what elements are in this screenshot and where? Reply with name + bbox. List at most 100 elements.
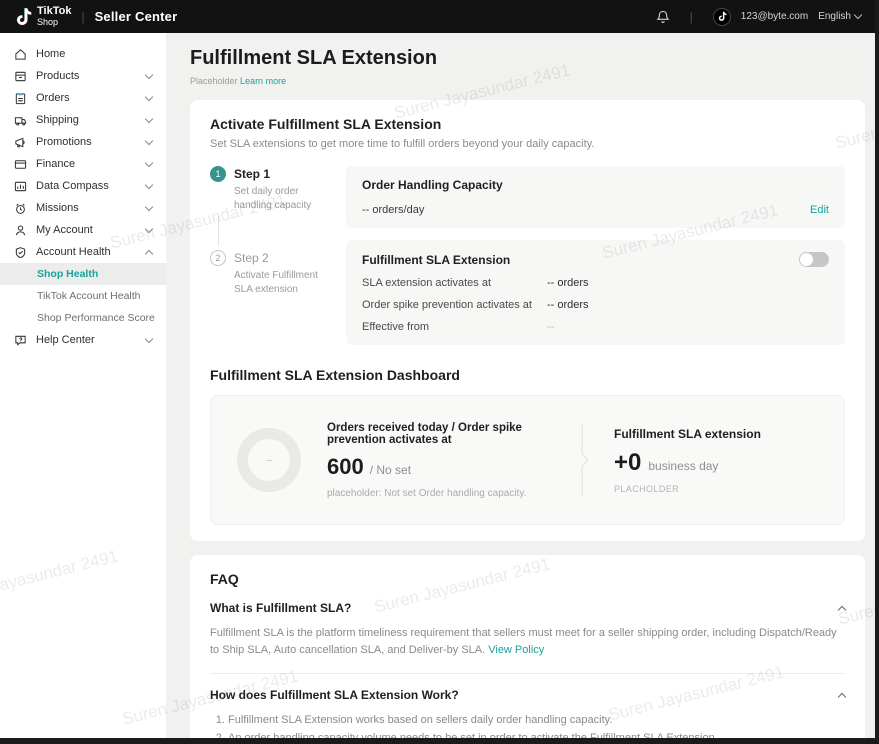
missions-icon bbox=[14, 202, 27, 215]
sidebar-subitem-tiktok-account-health[interactable]: TikTok Account Health bbox=[0, 285, 166, 307]
page-subtitle-text: Placeholder bbox=[190, 76, 238, 86]
tiktok-note-icon bbox=[14, 7, 32, 27]
chevron-down-icon bbox=[854, 11, 862, 19]
spike-prevention-row: Order spike prevention activates at -- o… bbox=[362, 299, 829, 311]
chevron-down-icon bbox=[145, 158, 153, 166]
metric-note: placeholder: Not set Order handling capa… bbox=[327, 488, 579, 499]
extension-title: Fulfillment SLA extension bbox=[614, 427, 824, 441]
account-health-icon bbox=[14, 246, 27, 259]
step-2: 2 Step 2 Activate Fulfillment SLA extens… bbox=[210, 250, 330, 296]
extension-note: PLACHOLDER bbox=[614, 484, 824, 494]
edit-button[interactable]: Edit bbox=[810, 204, 829, 216]
sidebar-item-label: Finance bbox=[36, 158, 75, 170]
sla-extension-toggle[interactable] bbox=[799, 252, 829, 267]
shipping-icon bbox=[14, 114, 27, 127]
order-handling-title: Order Handling Capacity bbox=[362, 178, 829, 192]
sidebar-item-missions[interactable]: Missions bbox=[0, 197, 166, 219]
sidebar-item-label: Shipping bbox=[36, 114, 79, 126]
chevron-down-icon bbox=[145, 224, 153, 232]
view-policy-link[interactable]: View Policy bbox=[488, 644, 544, 656]
gauge-value: -- bbox=[266, 455, 272, 465]
chevron-down-icon bbox=[145, 334, 153, 342]
sidebar-item-label: My Account bbox=[36, 224, 93, 236]
sidebar-item-label: Help Center bbox=[36, 334, 95, 346]
avatar-tiktok-icon bbox=[717, 11, 727, 22]
chevron-down-icon bbox=[145, 70, 153, 78]
my-account-icon bbox=[14, 224, 27, 237]
extension-value: +0 bbox=[614, 449, 641, 477]
faq-question-row[interactable]: How does Fulfillment SLA Extension Work? bbox=[210, 688, 845, 702]
activate-subtitle: Set SLA extensions to get more time to f… bbox=[210, 138, 845, 150]
step-1-title: Step 1 bbox=[234, 166, 330, 182]
dashboard-title: Fulfillment SLA Extension Dashboard bbox=[210, 367, 845, 383]
main-content: Fulfillment SLA Extension Placeholder Le… bbox=[166, 33, 875, 738]
sidebar-subitem-label: Shop Health bbox=[37, 268, 98, 280]
logo-text: TikTok Shop bbox=[37, 6, 71, 27]
divider-arrow bbox=[579, 414, 590, 506]
language-label: English bbox=[818, 11, 851, 22]
faq-item-what-is-sla: What is Fulfillment SLA? Fulfillment SLA… bbox=[210, 601, 845, 674]
activate-title: Activate Fulfillment SLA Extension bbox=[210, 116, 845, 132]
sidebar: Home Products Orders Shipping Promotions… bbox=[0, 33, 166, 738]
sidebar-item-label: Data Compass bbox=[36, 180, 109, 192]
sidebar-item-home[interactable]: Home bbox=[0, 43, 166, 65]
faq-title: FAQ bbox=[210, 571, 845, 587]
dashboard-panel: -- Orders received today / Order spike p… bbox=[210, 395, 845, 525]
tiktok-shop-logo[interactable]: TikTok Shop bbox=[14, 6, 71, 27]
account-avatar[interactable] bbox=[713, 8, 731, 26]
orders-gauge: -- bbox=[237, 428, 301, 492]
account-email[interactable]: 123@byte.com bbox=[741, 11, 808, 22]
steps-column: 1 Step 1 Set daily order handling capaci… bbox=[210, 166, 330, 345]
notification-bell-icon[interactable] bbox=[656, 10, 670, 24]
logo-line1: TikTok bbox=[37, 6, 71, 17]
sla-activates-row: SLA extension activates at -- orders bbox=[362, 277, 829, 289]
collapse-chevron-icon[interactable] bbox=[838, 605, 846, 613]
order-handling-value: -- orders/day bbox=[362, 204, 424, 216]
learn-more-link[interactable]: Learn more bbox=[240, 76, 286, 86]
sla-extension-title: Fulfillment SLA Extension bbox=[362, 253, 510, 267]
step-1: 1 Step 1 Set daily order handling capaci… bbox=[210, 166, 330, 212]
sidebar-item-my-account[interactable]: My Account bbox=[0, 219, 166, 241]
effective-from-row: Effective from -- bbox=[362, 321, 829, 333]
kv-label: SLA extension activates at bbox=[362, 277, 547, 289]
step-2-desc: Activate Fulfillment SLA extension bbox=[234, 269, 330, 296]
chevron-down-icon bbox=[145, 180, 153, 188]
sidebar-item-account-health[interactable]: Account Health bbox=[0, 241, 166, 263]
chevron-down-icon bbox=[145, 92, 153, 100]
product-name: Seller Center bbox=[95, 9, 178, 24]
sidebar-item-label: Missions bbox=[36, 202, 79, 214]
kv-value: -- bbox=[547, 321, 554, 333]
step-connector bbox=[218, 216, 219, 246]
chevron-down-icon bbox=[145, 136, 153, 144]
kv-value: -- orders bbox=[547, 299, 589, 311]
faq-divider bbox=[210, 673, 845, 674]
sidebar-item-shipping[interactable]: Shipping bbox=[0, 109, 166, 131]
sidebar-item-label: Orders bbox=[36, 92, 70, 104]
step-1-desc: Set daily order handling capacity bbox=[234, 185, 330, 212]
home-icon bbox=[14, 48, 27, 61]
sidebar-item-label: Account Health bbox=[36, 246, 111, 258]
sidebar-subitem-shop-health[interactable]: Shop Health bbox=[0, 263, 166, 285]
sidebar-item-promotions[interactable]: Promotions bbox=[0, 131, 166, 153]
activate-card: Activate Fulfillment SLA Extension Set S… bbox=[190, 100, 865, 541]
faq-card: FAQ What is Fulfillment SLA? Fulfillment… bbox=[190, 555, 865, 738]
sidebar-item-finance[interactable]: Finance bbox=[0, 153, 166, 175]
orders-received-value: 600 bbox=[327, 454, 364, 480]
sidebar-item-help-center[interactable]: Help Center bbox=[0, 329, 166, 351]
language-selector[interactable]: English bbox=[818, 11, 861, 22]
faq-question-row[interactable]: What is Fulfillment SLA? bbox=[210, 601, 845, 615]
sidebar-item-orders[interactable]: Orders bbox=[0, 87, 166, 109]
page-title: Fulfillment SLA Extension bbox=[190, 47, 865, 70]
sidebar-item-products[interactable]: Products bbox=[0, 65, 166, 87]
page-subtitle: Placeholder Learn more bbox=[190, 76, 865, 86]
sidebar-subitem-shop-performance-score[interactable]: Shop Performance Score bbox=[0, 307, 166, 329]
kv-value: -- orders bbox=[547, 277, 589, 289]
chevron-down-icon bbox=[145, 202, 153, 210]
sidebar-item-data-compass[interactable]: Data Compass bbox=[0, 175, 166, 197]
faq-answer: Fulfillment SLA is the platform timeline… bbox=[210, 625, 845, 659]
collapse-chevron-icon[interactable] bbox=[838, 692, 846, 700]
sidebar-item-label: Home bbox=[36, 48, 65, 60]
faq-question: What is Fulfillment SLA? bbox=[210, 601, 351, 615]
data-compass-icon bbox=[14, 180, 27, 193]
extension-unit: business day bbox=[648, 459, 718, 473]
